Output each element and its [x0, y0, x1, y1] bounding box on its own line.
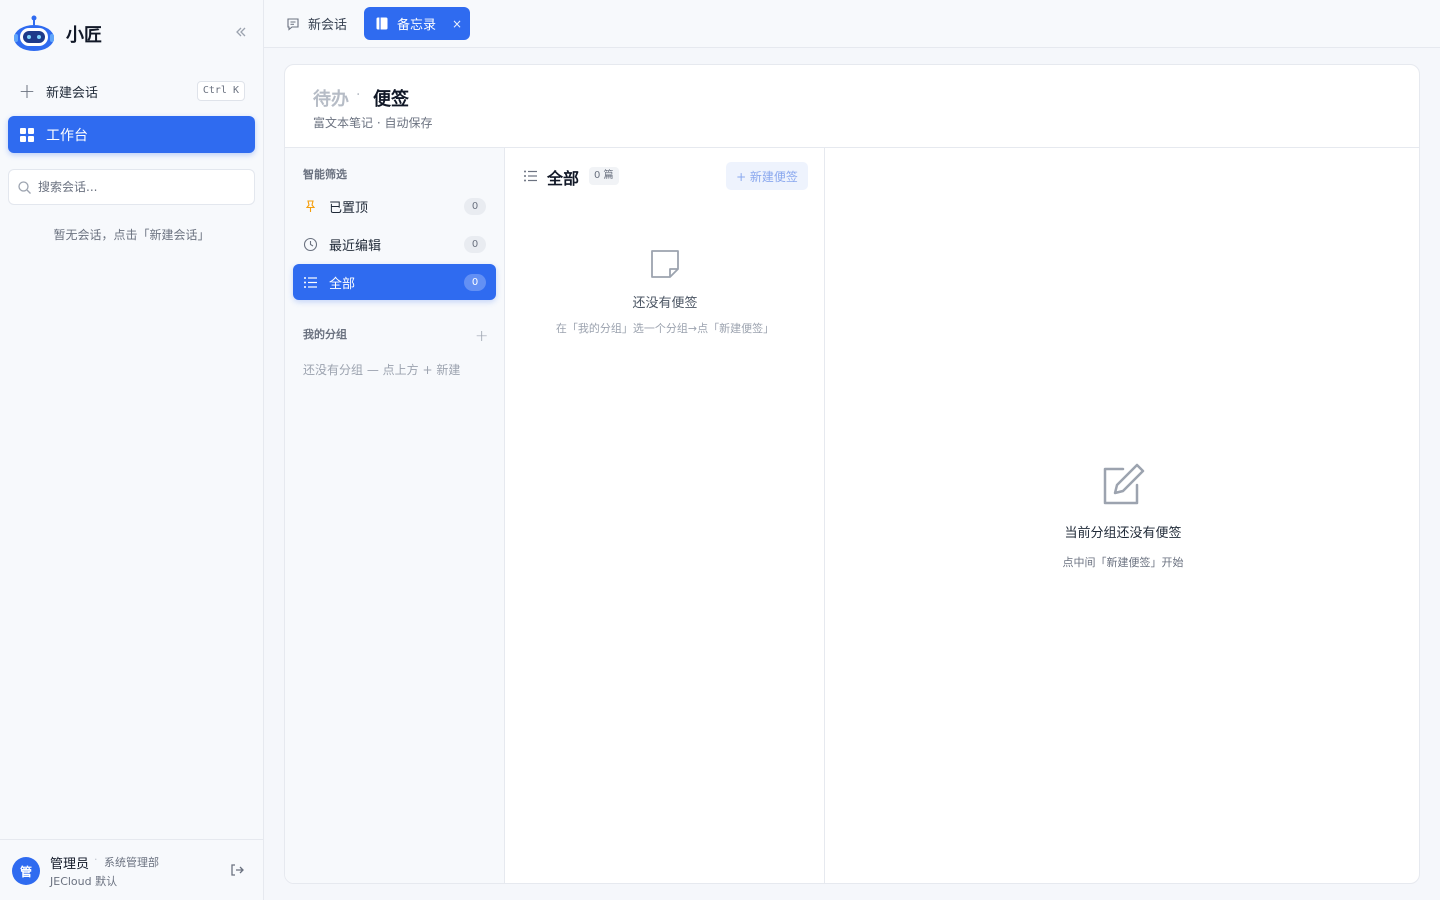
count-badge: 0 — [464, 236, 486, 253]
note-count-badge: 0 篇 — [589, 167, 619, 185]
page-subtitle: 富文本笔记 · 自动保存 — [313, 116, 433, 130]
note-list-column: 全部 0 篇 + 新建便签 还没有便签 在「我的分组」选一个分组→点「新建便签」 — [505, 148, 825, 883]
robot-logo-icon — [14, 15, 54, 51]
workbench-nav-item[interactable]: 工作台 — [8, 116, 255, 153]
brand-name: 小匠 — [66, 25, 102, 46]
tab-memo-label: 备忘录 — [397, 18, 437, 33]
chat-bubble-icon — [287, 17, 299, 31]
no-group-hint: 还没有分组 — 点上方 + 新建 — [303, 363, 461, 377]
user-department: 系统管理部 — [104, 856, 159, 869]
search-input[interactable] — [38, 180, 238, 194]
collapse-sidebar-button[interactable] — [230, 22, 252, 42]
filter-column: 智能筛选 已置顶 0 最近编辑 0 全部 0 我的分组 + 还没有分组 — 点上… — [285, 148, 505, 883]
clock-icon — [303, 237, 318, 251]
note-detail-column: 当前分组还没有便签 点中间「新建便签」开始 — [825, 148, 1419, 883]
breadcrumb-separator: · — [356, 87, 361, 103]
list-icon — [524, 170, 537, 182]
user-area: 管 管理员 · 系统管理部 JECloud 默认 — [0, 839, 263, 900]
user-org: JECloud 默认 — [50, 875, 118, 888]
count-badge: 0 — [464, 274, 486, 291]
search-icon — [18, 180, 31, 194]
shortcut-badge: Ctrl K — [196, 81, 245, 101]
tab-new-chat[interactable]: 新会话 — [278, 7, 355, 40]
grid-icon — [20, 127, 34, 142]
list-title: 全部 — [547, 169, 580, 188]
count-badge: 0 — [464, 198, 486, 215]
tab-memo[interactable]: 备忘录 × — [364, 7, 470, 40]
logout-icon[interactable] — [229, 862, 245, 878]
empty-list-hint: 在「我的分组」选一个分组→点「新建便签」 — [555, 322, 775, 335]
smart-filter-title: 智能筛选 — [303, 168, 347, 181]
user-name: 管理员 — [50, 857, 90, 872]
filter-label: 全部 — [329, 276, 356, 292]
new-chat-label: 新建会话 — [46, 85, 99, 101]
tab-bar: 新会话 备忘录 × — [264, 0, 1440, 48]
page-title: 便签 — [373, 89, 409, 110]
breadcrumb-todo[interactable]: 待办 — [313, 85, 349, 111]
empty-list-title: 还没有便签 — [632, 296, 698, 311]
pin-icon — [305, 199, 316, 212]
filter-item-recent[interactable]: 最近编辑 0 — [293, 226, 496, 262]
user-separator: · — [94, 853, 98, 866]
list-icon — [304, 276, 317, 288]
filter-item-all[interactable]: 全部 0 — [293, 264, 496, 300]
avatar[interactable]: 管 — [12, 857, 40, 885]
add-group-button[interactable]: + — [475, 326, 488, 345]
double-chevron-left-icon — [236, 27, 246, 37]
filter-item-pinned[interactable]: 已置顶 0 — [293, 188, 496, 224]
workbench-label: 工作台 — [46, 127, 88, 144]
notebook-icon — [376, 17, 388, 30]
brand: 小匠 — [12, 14, 102, 54]
empty-detail-hint: 点中间「新建便签」开始 — [1062, 556, 1184, 569]
my-groups-title: 我的分组 — [303, 328, 347, 341]
sticky-note-icon — [651, 250, 679, 278]
edit-note-icon — [1103, 463, 1145, 505]
new-chat-button[interactable]: + 新建会话 Ctrl K — [8, 76, 255, 106]
filter-label: 已置顶 — [329, 200, 369, 216]
new-note-button[interactable]: + 新建便签 — [726, 162, 808, 190]
page-header: 待办 · 便签 富文本笔记 · 自动保存 — [285, 65, 1419, 148]
filter-label: 最近编辑 — [329, 238, 382, 254]
empty-chat-text: 暂无会话，点击「新建会话」 — [53, 228, 210, 242]
empty-detail-title: 当前分组还没有便签 — [1064, 526, 1182, 541]
plus-icon: + — [18, 79, 36, 103]
memo-panel: 待办 · 便签 富文本笔记 · 自动保存 智能筛选 已置顶 0 最近编辑 0 全… — [284, 64, 1420, 884]
search-box — [8, 169, 255, 205]
sidebar: 小匠 + 新建会话 Ctrl K 工作台 暂无会话，点击「新建会话」 管 管理员… — [0, 0, 264, 900]
tab-new-chat-label: 新会话 — [308, 18, 348, 33]
close-icon[interactable]: × — [452, 17, 462, 31]
